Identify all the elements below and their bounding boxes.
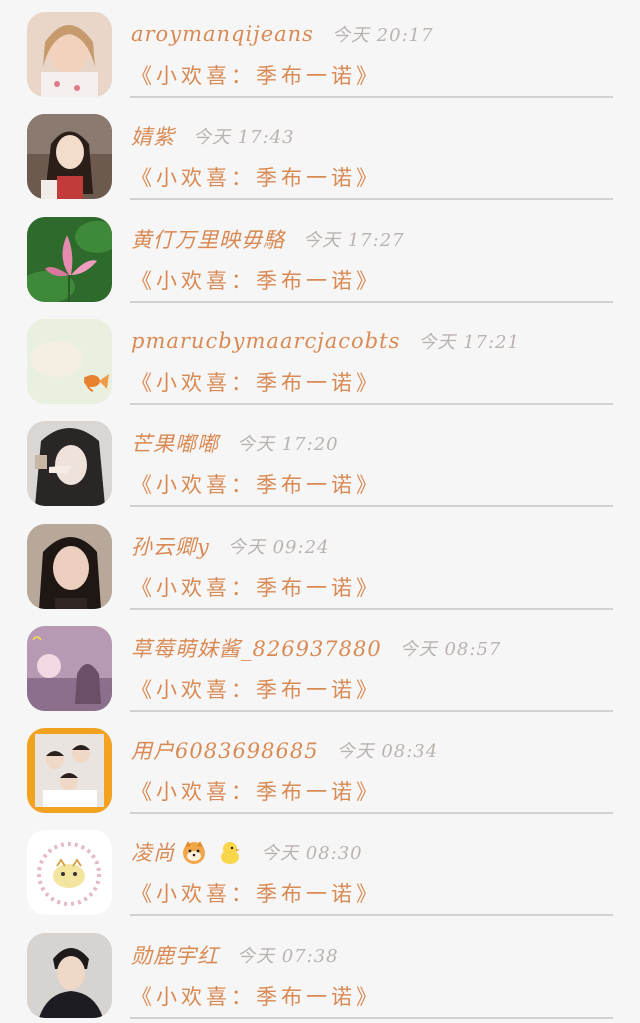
list-item[interactable]: aroymanqijeans 今天 20:17 《小欢喜：季布一诺》 xyxy=(0,0,640,102)
message-time: 今天 17:43 xyxy=(193,127,295,149)
avatar-man-dark-coat-icon xyxy=(27,932,112,1018)
sender-name[interactable]: 婧紫 xyxy=(131,121,175,151)
shiba-dog-emoji-icon xyxy=(183,841,205,865)
divider xyxy=(130,709,613,712)
list-item[interactable]: 凌尚 今天 08:30 《小欢喜：季布一诺》 xyxy=(0,818,640,920)
divider xyxy=(130,812,613,815)
message-time: 今天 08:30 xyxy=(261,843,363,865)
list-item[interactable]: 草莓萌妹酱_826937880 今天 08:57 《小欢喜：季布一诺》 xyxy=(0,614,640,716)
divider xyxy=(130,96,613,98)
sender-name[interactable]: 孙云卿y xyxy=(131,531,210,561)
avatar[interactable] xyxy=(27,318,112,404)
message-text[interactable]: 《小欢喜：季布一诺》 xyxy=(131,60,381,90)
message-text[interactable]: 《小欢喜：季布一诺》 xyxy=(131,162,381,192)
sender-name[interactable]: 用户6083698685 xyxy=(131,735,319,765)
message-list: aroymanqijeans 今天 20:17 《小欢喜：季布一诺》 婧紫 今天… xyxy=(0,0,640,1023)
avatar-pink-sunset-icon xyxy=(27,625,112,711)
avatar[interactable] xyxy=(27,216,112,302)
sender-name[interactable]: 黄仃万里映毋駱 xyxy=(131,224,285,254)
avatar[interactable] xyxy=(27,830,112,916)
avatar[interactable] xyxy=(27,523,112,609)
divider xyxy=(130,914,613,917)
list-item[interactable]: pmarucbymaarcjacobts 今天 17:21 《小欢喜：季布一诺》 xyxy=(0,307,640,409)
list-item[interactable]: 婧紫 今天 17:43 《小欢喜：季布一诺》 xyxy=(0,102,640,204)
sender-name[interactable]: 勋鹿宇红 xyxy=(131,940,219,970)
avatar[interactable] xyxy=(27,421,112,507)
avatar-lotus-flower-icon xyxy=(27,216,112,302)
message-time: 今天 17:20 xyxy=(237,434,339,456)
list-item[interactable]: 黄仃万里映毋駱 今天 17:27 《小欢喜：季布一诺》 xyxy=(0,205,640,307)
divider xyxy=(130,607,613,610)
message-time: 今天 08:34 xyxy=(336,741,439,763)
message-time: 今天 17:27 xyxy=(303,229,405,251)
avatar[interactable] xyxy=(27,932,112,1018)
avatar[interactable] xyxy=(27,625,112,711)
message-time: 今天 08:57 xyxy=(399,638,502,660)
message-text[interactable]: 《小欢喜：季布一诺》 xyxy=(131,572,381,602)
list-item[interactable]: 用户6083698685 今天 08:34 《小欢喜：季布一诺》 xyxy=(0,716,640,818)
divider xyxy=(130,1016,613,1019)
avatar[interactable] xyxy=(27,12,112,97)
avatar-girl-longhair-icon xyxy=(27,114,112,200)
message-text[interactable]: 《小欢喜：季布一诺》 xyxy=(131,367,381,397)
sender-name[interactable]: aroymanqijeans xyxy=(131,22,314,46)
message-text[interactable]: 《小欢喜：季布一诺》 xyxy=(131,469,381,499)
sender-name[interactable]: 芒果嘟嘟 xyxy=(131,428,219,458)
avatar-group-photo-icon xyxy=(27,728,112,814)
message-time: 今天 17:21 xyxy=(418,331,520,353)
sender-name[interactable]: pmarucbymaarcjacobts xyxy=(131,329,400,353)
sender-name[interactable]: 草莓萌妹酱_826937880 xyxy=(131,633,382,663)
list-item[interactable]: 孙云卿y 今天 09:24 《小欢喜：季布一诺》 xyxy=(0,512,640,614)
avatar-tiger-cartoon-icon xyxy=(27,830,112,916)
message-text[interactable]: 《小欢喜：季布一诺》 xyxy=(131,265,381,295)
list-item[interactable]: 芒果嘟嘟 今天 17:20 《小欢喜：季布一诺》 xyxy=(0,409,640,511)
sender-name[interactable]: 凌尚 xyxy=(131,837,175,867)
message-time: 今天 20:17 xyxy=(331,25,434,46)
divider xyxy=(130,402,613,405)
avatar-girl-peace-sign-icon xyxy=(27,421,112,507)
chick-emoji-icon xyxy=(221,842,240,865)
avatar[interactable] xyxy=(27,114,112,200)
divider xyxy=(130,300,613,303)
avatar-woman-selfie-icon xyxy=(27,12,112,97)
message-time: 今天 07:38 xyxy=(237,945,339,967)
message-text[interactable]: 《小欢喜：季布一诺》 xyxy=(131,878,381,908)
message-text[interactable]: 《小欢喜：季布一诺》 xyxy=(131,981,381,1011)
avatar[interactable] xyxy=(27,728,112,814)
divider xyxy=(130,505,613,508)
avatar-girl-portrait-icon xyxy=(27,523,112,609)
avatar-goldfish-icon xyxy=(27,318,112,404)
message-text[interactable]: 《小欢喜：季布一诺》 xyxy=(131,674,381,704)
message-time: 今天 09:24 xyxy=(227,536,330,558)
message-text[interactable]: 《小欢喜：季布一诺》 xyxy=(131,776,381,806)
list-item[interactable]: 勋鹿宇红 今天 07:38 《小欢喜：季布一诺》 xyxy=(0,921,640,1023)
divider xyxy=(130,198,613,201)
